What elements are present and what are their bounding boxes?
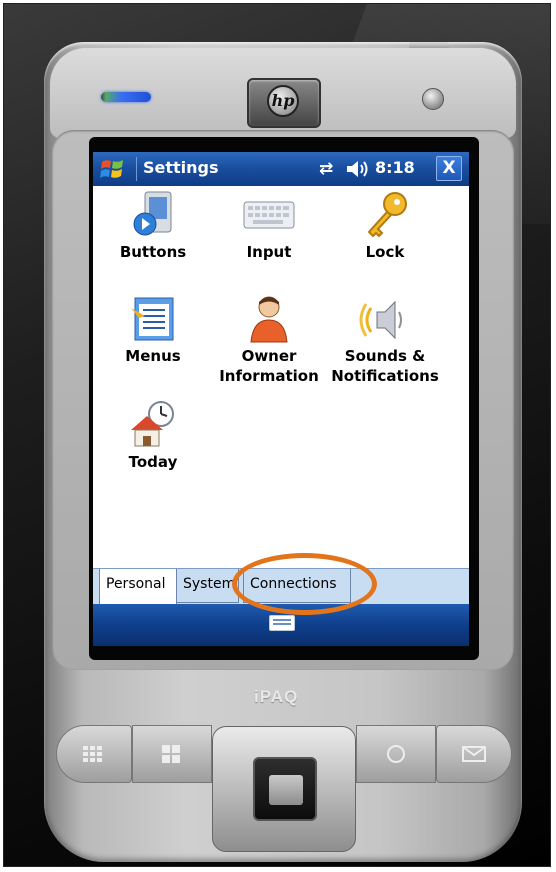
- windows-flag-icon: [162, 745, 180, 763]
- speaker-icon[interactable]: [345, 158, 371, 180]
- title-bar: Settings ⇄ 8:18 X: [93, 152, 469, 186]
- camera-lens: [422, 88, 444, 110]
- calendar-grid-icon: [83, 746, 102, 762]
- ipaq-logo: iPAQ: [254, 687, 299, 706]
- hw-mail-button[interactable]: [436, 725, 512, 783]
- start-flag-icon[interactable]: [99, 156, 127, 182]
- clock[interactable]: 8:18: [375, 158, 415, 177]
- owner-icon: [241, 294, 297, 344]
- title-separator: [136, 157, 137, 181]
- buttons-icon: [125, 190, 181, 240]
- hw-ok-button[interactable]: [356, 725, 436, 783]
- settings-item-buttons[interactable]: Buttons: [93, 190, 213, 262]
- connectivity-icon[interactable]: ⇄: [319, 159, 333, 179]
- tab-personal[interactable]: Personal: [99, 569, 177, 605]
- notification-led: [101, 92, 151, 102]
- keyboard-icon: [241, 190, 297, 240]
- close-button[interactable]: X: [436, 156, 462, 181]
- ok-circle-icon: [387, 745, 405, 763]
- sounds-icon: [357, 294, 413, 344]
- hw-start-button[interactable]: [132, 725, 212, 783]
- menus-icon: [125, 294, 181, 344]
- settings-item-today[interactable]: Today: [93, 400, 213, 472]
- settings-item-sounds-notifications[interactable]: Sounds & Notifications: [325, 294, 445, 386]
- input-panel-keyboard-icon[interactable]: [269, 615, 295, 631]
- settings-item-lock[interactable]: Lock: [325, 190, 445, 262]
- envelope-icon: [462, 746, 486, 762]
- tab-system[interactable]: System: [177, 569, 239, 603]
- navigation-pad[interactable]: [212, 726, 356, 852]
- today-icon: [125, 400, 181, 450]
- key-icon: [357, 190, 413, 240]
- settings-item-input[interactable]: Input: [209, 190, 329, 262]
- settings-item-menus[interactable]: Menus: [93, 294, 213, 366]
- hp-logo: hp: [247, 78, 321, 128]
- settings-item-owner-information[interactable]: Owner Information: [209, 294, 329, 386]
- connections-highlight-ellipse: [232, 553, 377, 615]
- window-title: Settings: [143, 158, 219, 177]
- hw-calendar-button[interactable]: [56, 725, 132, 783]
- nav-select-button[interactable]: [253, 757, 317, 821]
